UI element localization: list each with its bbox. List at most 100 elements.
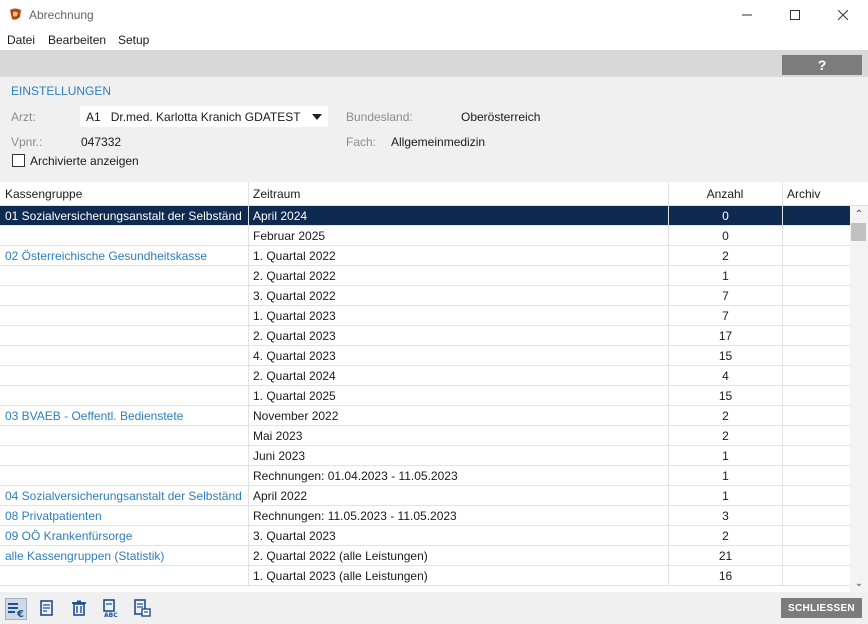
- anzahl-cell: 16: [668, 566, 782, 586]
- table-row[interactable]: 02 Österreichische Gesundheitskasse 1. Qu…: [0, 246, 850, 266]
- kassengruppe-cell: [0, 446, 248, 466]
- maximize-icon[interactable]: [772, 0, 818, 30]
- table-row[interactable]: 4. Quartal 2023 15: [0, 346, 850, 366]
- fach-value: Allgemeinmedizin: [391, 135, 486, 149]
- svg-text:€: €: [16, 609, 24, 619]
- archiv-cell: [782, 426, 850, 446]
- vertical-scrollbar[interactable]: ⌃ ⌄: [850, 206, 868, 592]
- chevron-down-icon[interactable]: [312, 114, 322, 120]
- archiv-cell: [782, 366, 850, 386]
- table-row[interactable]: Mai 2023 2: [0, 426, 850, 446]
- arzt-select-value: A1 Dr.med. Karlotta Kranich GDATEST: [86, 110, 301, 124]
- zeitraum-cell: Mai 2023: [248, 426, 668, 446]
- anzahl-cell: 15: [668, 386, 782, 406]
- anzahl-cell: 3: [668, 506, 782, 526]
- abc-book-icon[interactable]: ABC: [101, 598, 123, 620]
- archiv-cell: [782, 266, 850, 286]
- kassengruppe-cell: [0, 386, 248, 406]
- archiv-cell: [782, 346, 850, 366]
- table-row[interactable]: alle Kassengruppen (Statistik) 2. Quartal…: [0, 546, 850, 566]
- table-row[interactable]: 2. Quartal 2024 4: [0, 366, 850, 386]
- table-row[interactable]: 1. Quartal 2025 15: [0, 386, 850, 406]
- section-title: EINSTELLUNGEN: [11, 84, 112, 98]
- scroll-up-icon[interactable]: ⌃: [850, 206, 868, 223]
- table-row[interactable]: 04 Sozialversicherungsanstalt der Selbst…: [0, 486, 850, 506]
- table-row[interactable]: 1. Quartal 2023 (alle Leistungen) 16: [0, 566, 850, 586]
- bundesland-label: Bundesland:: [346, 110, 413, 124]
- table-row[interactable]: Juni 2023 1: [0, 446, 850, 466]
- settings-panel: EINSTELLUNGEN Arzt: A1 Dr.med. Karlotta …: [0, 77, 868, 182]
- zeitraum-cell: 1. Quartal 2025: [248, 386, 668, 406]
- close-icon[interactable]: [820, 0, 866, 30]
- table-header: Kassengruppe Zeitraum Anzahl Archiv: [0, 182, 868, 206]
- table-row[interactable]: 3. Quartal 2022 7: [0, 286, 850, 306]
- kassengruppe-cell: 08 Privatpatienten: [5, 509, 102, 523]
- anzahl-cell: 21: [668, 546, 782, 566]
- table-row[interactable]: 08 Privatpatienten Rechnungen: 11.05.2023…: [0, 506, 850, 526]
- anzahl-cell: 2: [668, 526, 782, 546]
- zeitraum-cell: Juni 2023: [248, 446, 668, 466]
- kassengruppe-cell: 04 Sozialversicherungsanstalt der Selbst…: [5, 489, 242, 503]
- anzahl-cell: 2: [668, 426, 782, 446]
- scroll-down-icon[interactable]: ⌄: [850, 575, 868, 592]
- column-header-archiv[interactable]: Archiv: [782, 182, 850, 206]
- archiv-cell: [782, 566, 850, 586]
- anzahl-cell: 15: [668, 346, 782, 366]
- kassengruppe-cell: alle Kassengruppen (Statistik): [5, 549, 165, 563]
- document-list-icon[interactable]: [132, 598, 154, 620]
- archiv-cell: [782, 506, 850, 526]
- toolbar: ?: [0, 50, 868, 77]
- help-button[interactable]: ?: [782, 55, 862, 75]
- bottom-toolbar: € ABC SCHLIESSEN: [0, 592, 868, 624]
- archived-checkbox[interactable]: [12, 154, 25, 167]
- trash-icon[interactable]: [69, 598, 91, 620]
- table-row[interactable]: 2. Quartal 2022 1: [0, 266, 850, 286]
- menu-datei[interactable]: Datei: [7, 33, 35, 47]
- table-row[interactable]: 03 BVAEB - Oeffentl. Bedienstete November…: [0, 406, 850, 426]
- column-header-kassengruppe[interactable]: Kassengruppe: [0, 182, 248, 206]
- zeitraum-cell: 2. Quartal 2022 (alle Leistungen): [248, 546, 668, 566]
- table-row[interactable]: Februar 2025 0: [0, 226, 850, 246]
- list-euro-icon[interactable]: €: [5, 598, 27, 620]
- scroll-thumb[interactable]: [851, 223, 866, 241]
- table-row[interactable]: 1. Quartal 2023 7: [0, 306, 850, 326]
- menu-setup[interactable]: Setup: [118, 33, 149, 47]
- column-header-zeitraum[interactable]: Zeitraum: [248, 182, 668, 206]
- table-row[interactable]: 01 Sozialversicherungsanstalt der Selbst…: [0, 206, 850, 226]
- kassengruppe-cell: [0, 306, 248, 326]
- archiv-cell: [782, 466, 850, 486]
- archiv-cell: [782, 226, 850, 246]
- anzahl-cell: 17: [668, 326, 782, 346]
- archiv-cell: [782, 446, 850, 466]
- kassengruppe-cell: [0, 466, 248, 486]
- archived-checkbox-label[interactable]: Archivierte anzeigen: [30, 154, 139, 168]
- archiv-cell: [782, 306, 850, 326]
- minimize-icon[interactable]: [724, 0, 770, 30]
- table-row[interactable]: Rechnungen: 01.04.2023 - 11.05.2023 1: [0, 466, 850, 486]
- svg-text:ABC: ABC: [104, 612, 118, 618]
- anzahl-cell: 1: [668, 266, 782, 286]
- menu-bearbeiten[interactable]: Bearbeiten: [48, 33, 106, 47]
- zeitraum-cell: 3. Quartal 2022: [248, 286, 668, 306]
- zeitraum-cell: Rechnungen: 01.04.2023 - 11.05.2023: [248, 466, 668, 486]
- column-header-anzahl[interactable]: Anzahl: [668, 182, 782, 206]
- zeitraum-cell: 2. Quartal 2024: [248, 366, 668, 386]
- document-edit-icon[interactable]: [37, 598, 59, 620]
- archiv-cell: [782, 286, 850, 306]
- title-bar: Abrechnung: [0, 0, 868, 30]
- table-body: 01 Sozialversicherungsanstalt der Selbst…: [0, 206, 850, 592]
- kassengruppe-cell: 02 Österreichische Gesundheitskasse: [5, 249, 208, 263]
- kassengruppe-cell: [0, 426, 248, 446]
- archiv-cell: [782, 486, 850, 506]
- anzahl-cell: 2: [668, 406, 782, 426]
- archiv-cell: [782, 246, 850, 266]
- table-row[interactable]: 09 OÖ Krankenfürsorge 3. Quartal 2023 2: [0, 526, 850, 546]
- kassengruppe-cell: 09 OÖ Krankenfürsorge: [5, 529, 133, 543]
- zeitraum-cell: 4. Quartal 2023: [248, 346, 668, 366]
- zeitraum-cell: 1. Quartal 2023: [248, 306, 668, 326]
- arzt-select[interactable]: A1 Dr.med. Karlotta Kranich GDATEST: [80, 106, 328, 127]
- close-button[interactable]: SCHLIESSEN: [781, 598, 862, 618]
- kassengruppe-cell: [0, 566, 248, 586]
- table-row[interactable]: 2. Quartal 2023 17: [0, 326, 850, 346]
- archiv-cell: [782, 326, 850, 346]
